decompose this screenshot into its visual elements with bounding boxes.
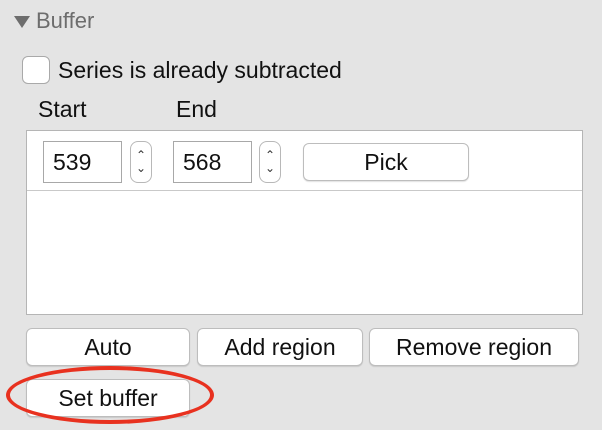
auto-button[interactable]: Auto	[26, 328, 190, 366]
disclosure-triangle-down-icon[interactable]	[14, 16, 30, 28]
region-start-input[interactable]: 539	[43, 141, 122, 183]
region-end-input[interactable]: 568	[173, 141, 252, 183]
region-row[interactable]: 539 ⌃ ⌄ 568 ⌃ ⌄ Pick	[27, 131, 582, 191]
section-title: Buffer	[36, 8, 95, 33]
region-end-stepper[interactable]: ⌃ ⌄	[259, 141, 281, 183]
series-subtracted-checkbox-row[interactable]: Series is already subtracted	[22, 56, 342, 84]
buffer-region-list[interactable]: 539 ⌃ ⌄ 568 ⌃ ⌄ Pick	[26, 130, 583, 315]
stepper-down-icon[interactable]: ⌄	[265, 162, 275, 175]
stepper-down-icon[interactable]: ⌄	[136, 162, 146, 175]
start-column-label: Start	[38, 96, 87, 122]
add-region-button[interactable]: Add region	[197, 328, 363, 366]
buffer-section-header[interactable]: Buffer	[14, 6, 94, 36]
set-buffer-button[interactable]: Set buffer	[26, 379, 190, 417]
region-start-stepper[interactable]: ⌃ ⌄	[130, 141, 152, 183]
series-subtracted-label: Series is already subtracted	[58, 56, 342, 83]
remove-region-button[interactable]: Remove region	[369, 328, 579, 366]
pick-button[interactable]: Pick	[303, 143, 469, 181]
end-column-label: End	[176, 96, 217, 122]
series-subtracted-checkbox[interactable]	[22, 56, 50, 84]
